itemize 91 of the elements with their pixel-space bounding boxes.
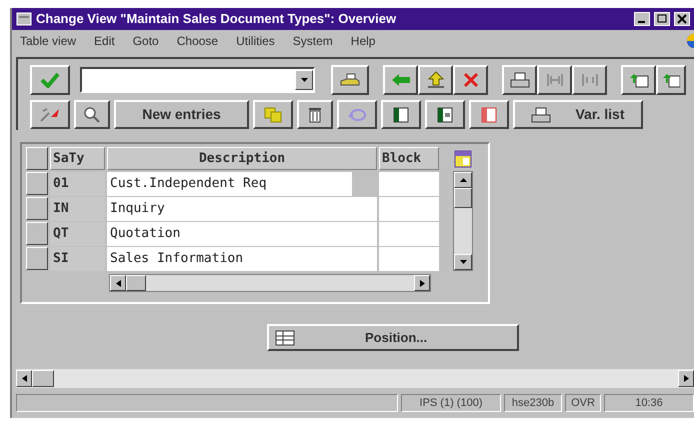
deselect-all-button[interactable] [469,100,509,129]
scroll-right-button[interactable] [678,370,694,387]
copy-icon [264,106,282,122]
scroll-right-button[interactable] [414,275,430,291]
input-field[interactable] [379,197,439,221]
close-icon[interactable] [674,12,690,26]
dropdown-arrow-icon [300,78,308,82]
checkmark-icon [40,72,60,88]
find-button[interactable] [537,64,572,94]
scroll-thumb[interactable] [32,370,54,387]
scroll-left-button[interactable] [110,275,126,291]
undo-button[interactable] [337,100,377,129]
window-title: Change View "Maintain Sales Document Types": Overview [36,10,398,28]
status-field: OVR [565,394,601,412]
input-field[interactable] [379,247,439,271]
minimize-icon[interactable] [634,12,650,26]
pencil-icon [39,106,61,122]
column-header[interactable]: Description [107,147,377,170]
input-field[interactable]: Inquiry [107,197,377,221]
column-header[interactable]: SaTy [50,147,105,170]
row-selector[interactable] [26,247,48,270]
right-arrow-icon [684,375,688,382]
scroll-thumb[interactable] [126,275,146,291]
status-field: 10:36 [604,394,694,412]
select-block-icon [437,106,453,122]
position-button[interactable]: Position... [267,324,519,351]
horizontal-scrollbar[interactable] [16,369,694,388]
right-arrow-icon [420,280,424,286]
printer-icon [531,106,552,122]
menu-item[interactable]: Edit [94,32,115,50]
save-button[interactable] [331,64,369,94]
exit-button[interactable] [418,64,453,94]
menu-item[interactable]: System [292,32,333,50]
list-icon [275,330,295,346]
input-field[interactable]: Sales Information [107,247,377,271]
select-all-icon [393,106,409,122]
table-cell: QT [50,222,105,246]
select-all-button[interactable] [381,100,421,129]
select-block-button[interactable] [425,100,465,129]
new-entries-button[interactable]: New entries [114,100,249,129]
print-button[interactable] [502,64,537,94]
row-selector[interactable] [26,172,48,195]
input-field[interactable] [379,222,439,246]
scroll-down-button[interactable] [454,254,472,270]
first-page-button[interactable] [621,64,656,94]
find-next-button[interactable] [572,64,607,94]
copy-button[interactable] [253,100,293,129]
magnifier-icon [83,106,101,124]
table-cell: 01 [50,172,105,196]
up-arrow-icon [426,70,444,88]
maximize-icon[interactable] [654,12,670,26]
up-arrow-icon [460,178,466,182]
left-arrow-icon [116,280,120,286]
cancel-button[interactable] [453,64,488,94]
table-cell: IN [50,197,105,221]
left-arrow-icon [390,72,410,86]
select-all-cell[interactable] [26,147,48,170]
table-cell: SI [50,247,105,271]
vertical-scrollbar[interactable] [453,171,473,271]
row-selector[interactable] [26,222,48,245]
menu-item[interactable]: Goto [132,32,159,50]
scroll-thumb[interactable] [454,188,472,208]
scroll-left-button[interactable] [16,370,32,387]
deselect-all-icon [481,106,497,122]
status-field: hse230b [504,394,562,412]
menu-item[interactable]: Table view [20,32,76,50]
menu-item[interactable]: Utilities [236,32,275,50]
details-button[interactable] [74,100,110,129]
left-arrow-icon [22,375,26,382]
delete-button[interactable] [297,100,333,129]
menu-item[interactable]: Help [350,32,376,50]
display-change-button[interactable] [30,100,70,129]
input-field[interactable]: Cust.Independent Req [107,172,352,196]
input-field[interactable]: Quotation [107,222,377,246]
var-list-button[interactable]: Var. list [513,100,643,129]
previous-page-button[interactable] [656,64,686,94]
status-field: IPS (1) (100) [401,394,501,412]
printer-icon [510,72,530,88]
down-arrow-icon [460,260,466,264]
close-icon [462,72,478,88]
input-field[interactable] [379,172,439,196]
trash-icon [308,106,322,122]
horizontal-scrollbar[interactable] [109,274,431,292]
back-button[interactable] [383,64,418,94]
command-field[interactable] [80,66,315,92]
menu-item[interactable]: Choose [176,32,218,50]
window-menu-icon[interactable] [16,12,32,26]
scroll-up-button[interactable] [454,172,472,188]
column-header[interactable]: Block [379,147,439,170]
row-selector[interactable] [26,197,48,220]
enter-button[interactable] [30,64,70,94]
